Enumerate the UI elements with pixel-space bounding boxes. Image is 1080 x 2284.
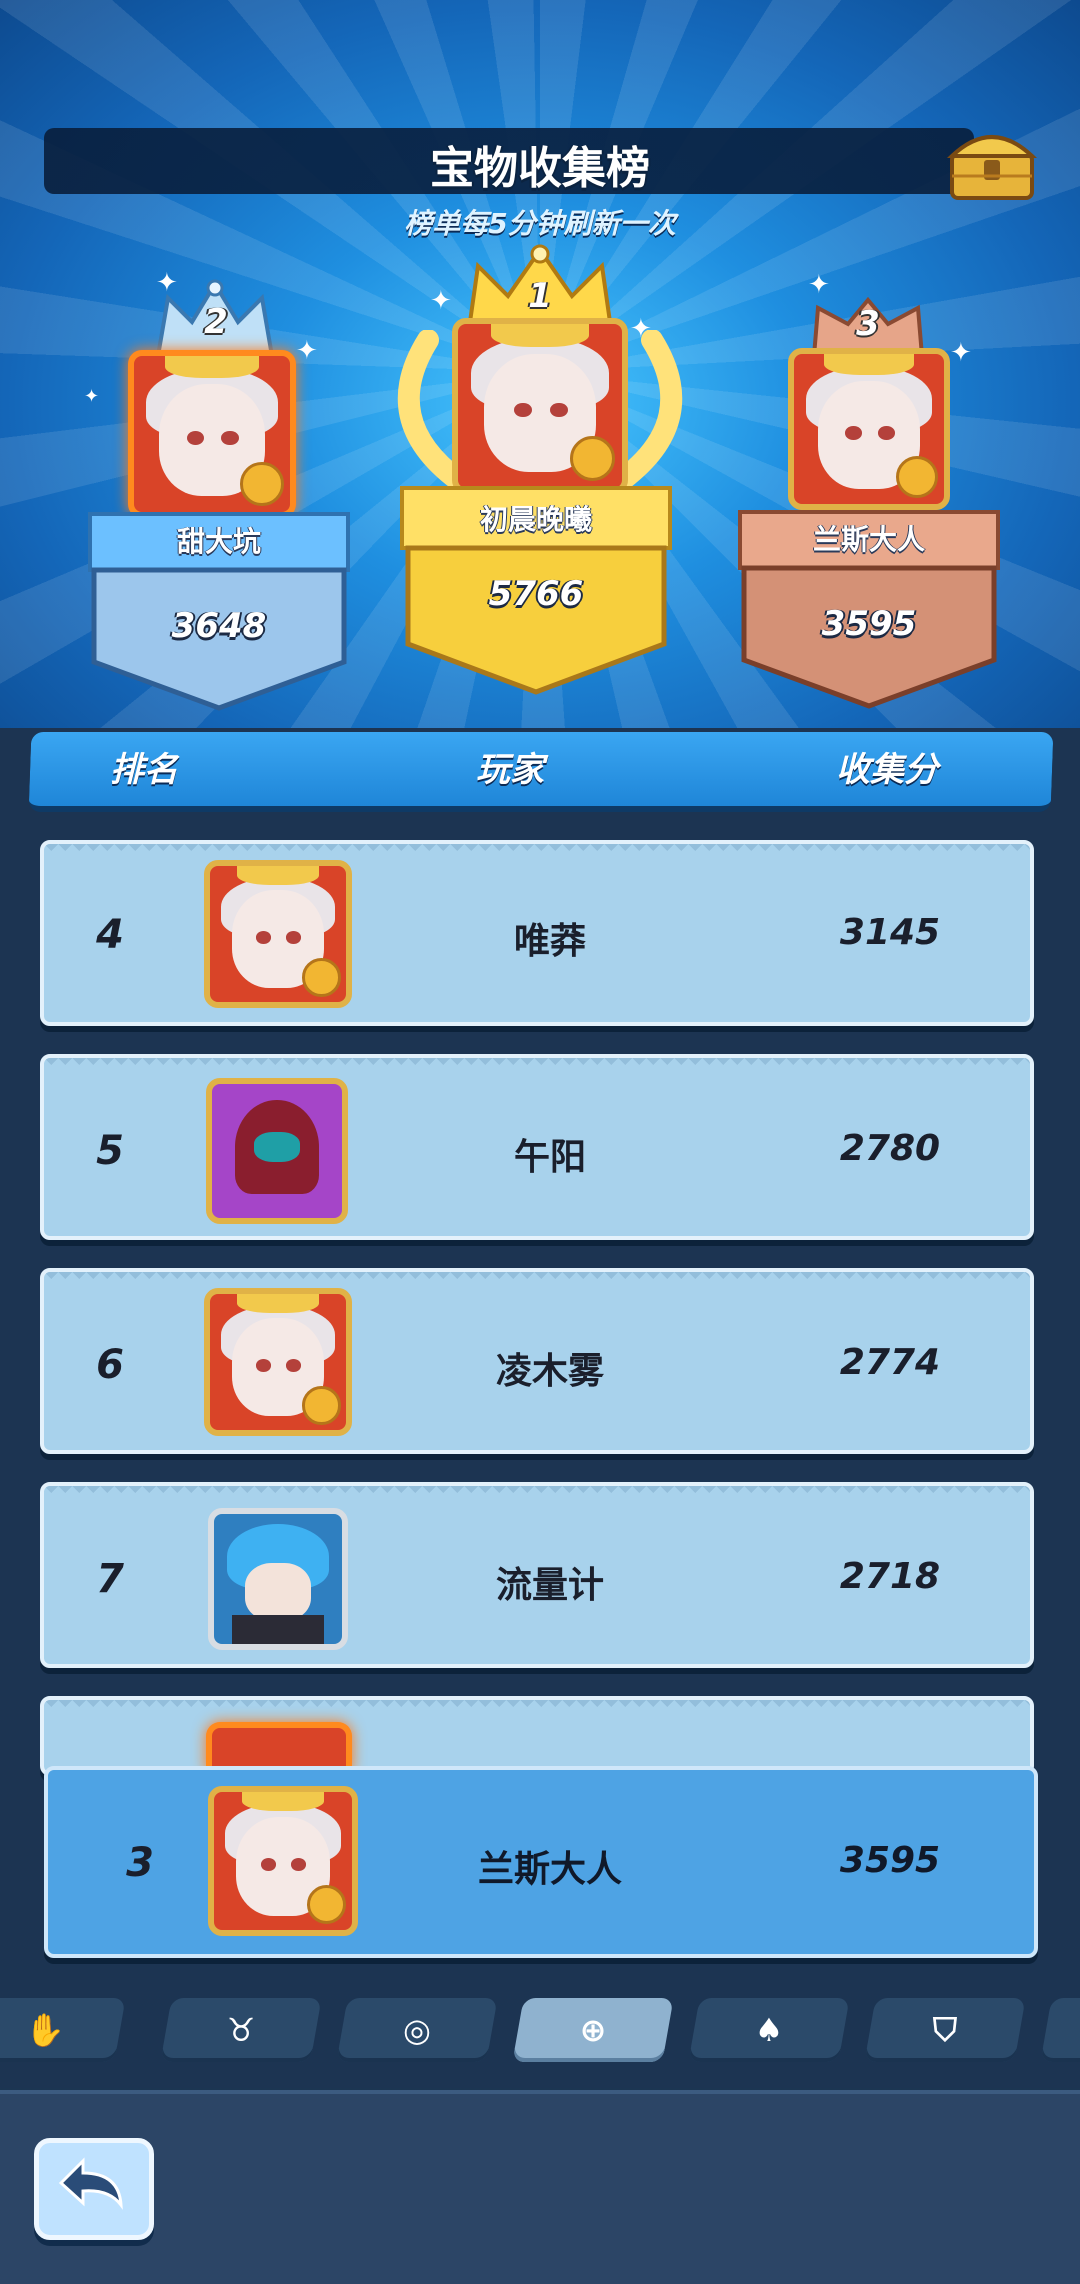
tab-card[interactable]: ♠ [688, 1998, 850, 2062]
podium-rank-3: 3 [856, 304, 880, 344]
row-player-name: 流量计 [495, 1565, 604, 1606]
sparkle-icon: ✦ [156, 268, 178, 298]
avatar [206, 1722, 352, 1772]
row-rank: 5 [96, 1128, 124, 1174]
my-score: 3595 [839, 1840, 941, 1881]
plus-icon: ⊕ [579, 2011, 607, 2049]
tab-spiral[interactable]: ◎ [336, 1998, 498, 2062]
spiral-icon: ◎ [403, 2011, 431, 2049]
refresh-notice: 榜单每5分钟刷新一次 [404, 207, 676, 240]
row-rank: 4 [96, 912, 124, 958]
podium-name-2: 甜大坑 [176, 525, 261, 558]
sparkle-icon: ✦ [630, 314, 652, 344]
podium-name-1: 初晨晚曦 [479, 503, 592, 536]
podium-rank-2: 2 [204, 302, 228, 342]
row-score: 3145 [839, 912, 941, 953]
podium-name-3: 兰斯大人 [812, 523, 925, 556]
avatar[interactable] [206, 1078, 348, 1224]
table-row[interactable] [40, 1696, 1034, 1776]
hand-icon: ✋ [25, 2011, 65, 2049]
tab-hand[interactable]: ✋ [0, 1998, 126, 2062]
row-player-name: 唯莽 [513, 921, 586, 962]
avatar[interactable] [788, 348, 950, 510]
sparkle-icon: ✦ [808, 270, 830, 300]
podium-score-2: 3648 [171, 606, 267, 646]
back-arrow-icon [58, 2157, 123, 2210]
bull-icon: ♉ [226, 2011, 256, 2049]
sparkle-icon: ✦ [430, 286, 452, 316]
podium-score-1: 5766 [488, 574, 584, 614]
row-rank: 6 [96, 1342, 124, 1388]
sparkle-icon: ✦ [84, 386, 100, 407]
avatar[interactable] [452, 318, 628, 494]
tab-bull[interactable]: ♉ [160, 1998, 322, 2062]
back-button[interactable] [34, 2138, 154, 2240]
page-title: 宝物收集榜 [430, 143, 650, 194]
header-rank: 排名 [110, 750, 178, 790]
podium-rank-1: 1 [528, 276, 552, 316]
card-icon: ♠ [754, 2011, 784, 2049]
row-player-name: 午阳 [513, 1137, 586, 1178]
row-rank: 7 [96, 1556, 124, 1602]
tab-plus[interactable]: ⊕ [512, 1998, 674, 2062]
avatar[interactable] [128, 350, 296, 518]
bottom-bar [0, 2090, 1080, 2284]
tab-shield[interactable]: ⛉ [864, 1998, 1026, 2062]
podium-score-3: 3595 [821, 604, 917, 644]
my-player-name: 兰斯大人 [477, 1849, 622, 1890]
category-tabs: ✋ ♉ ◎ ⊕ ♠ ⛉ [0, 1990, 1080, 2080]
treasure-chest-icon[interactable] [946, 124, 1038, 204]
header-score: 收集分 [836, 750, 938, 790]
header-player: 玩家 [476, 750, 544, 790]
avatar[interactable] [208, 1508, 348, 1650]
row-score: 2774 [839, 1342, 941, 1383]
my-rank: 3 [126, 1840, 154, 1886]
sparkle-icon: ✦ [296, 336, 318, 366]
row-score: 2780 [839, 1128, 941, 1169]
sparkle-icon: ✦ [950, 338, 972, 368]
shield-icon: ⛉ [932, 2010, 958, 2049]
tab-more[interactable] [1040, 1998, 1080, 2062]
row-player-name: 凌木雾 [495, 1351, 604, 1392]
row-score: 2718 [839, 1556, 941, 1597]
